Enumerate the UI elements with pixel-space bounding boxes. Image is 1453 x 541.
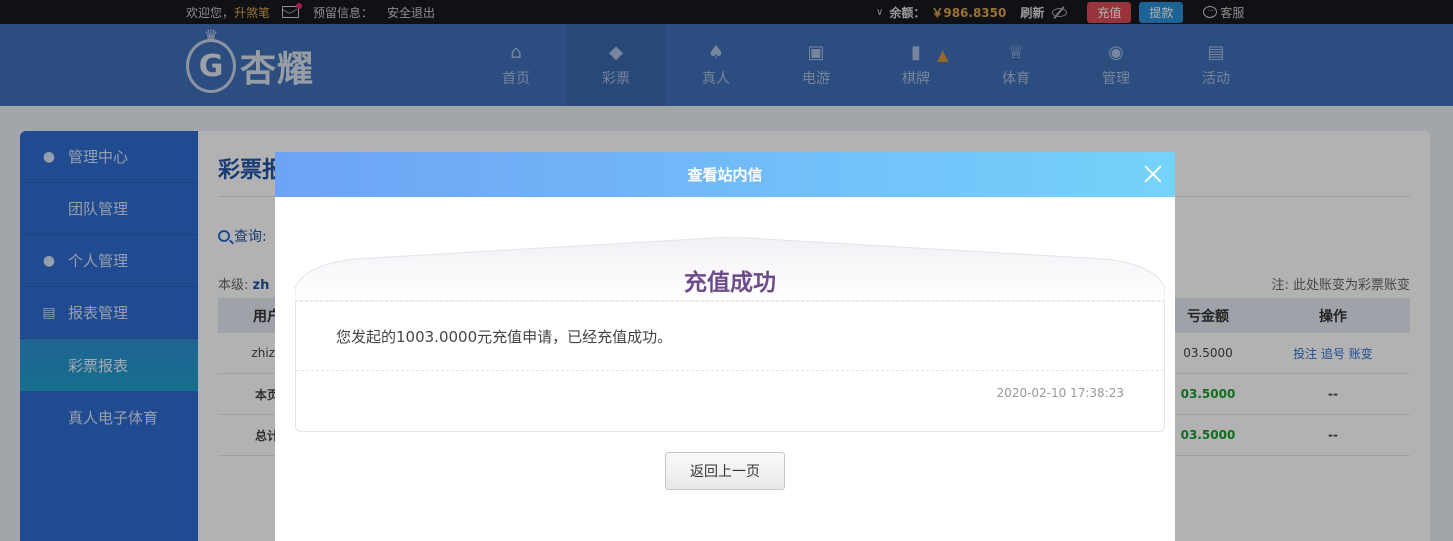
divider bbox=[296, 370, 1164, 371]
dialog-title: 查看站内信 bbox=[687, 166, 763, 184]
letter-message: 您发起的1003.0000元充值申请，已经充值成功。 bbox=[336, 328, 673, 346]
dialog-header: 查看站内信 bbox=[275, 152, 1175, 197]
message-dialog: 查看站内信 充值成功 您发起的1003.0000元充值申请，已经充值成功。 20… bbox=[275, 152, 1175, 541]
back-button[interactable]: 返回上一页 bbox=[665, 452, 785, 490]
letter-card: 充值成功 您发起的1003.0000元充值申请，已经充值成功。 2020-02-… bbox=[295, 237, 1165, 432]
letter-timestamp: 2020-02-10 17:38:23 bbox=[996, 386, 1124, 400]
letter-title: 充值成功 bbox=[684, 270, 776, 296]
letter-body: 您发起的1003.0000元充值申请，已经充值成功。 2020-02-10 17… bbox=[295, 301, 1165, 432]
close-icon[interactable] bbox=[1143, 164, 1163, 184]
